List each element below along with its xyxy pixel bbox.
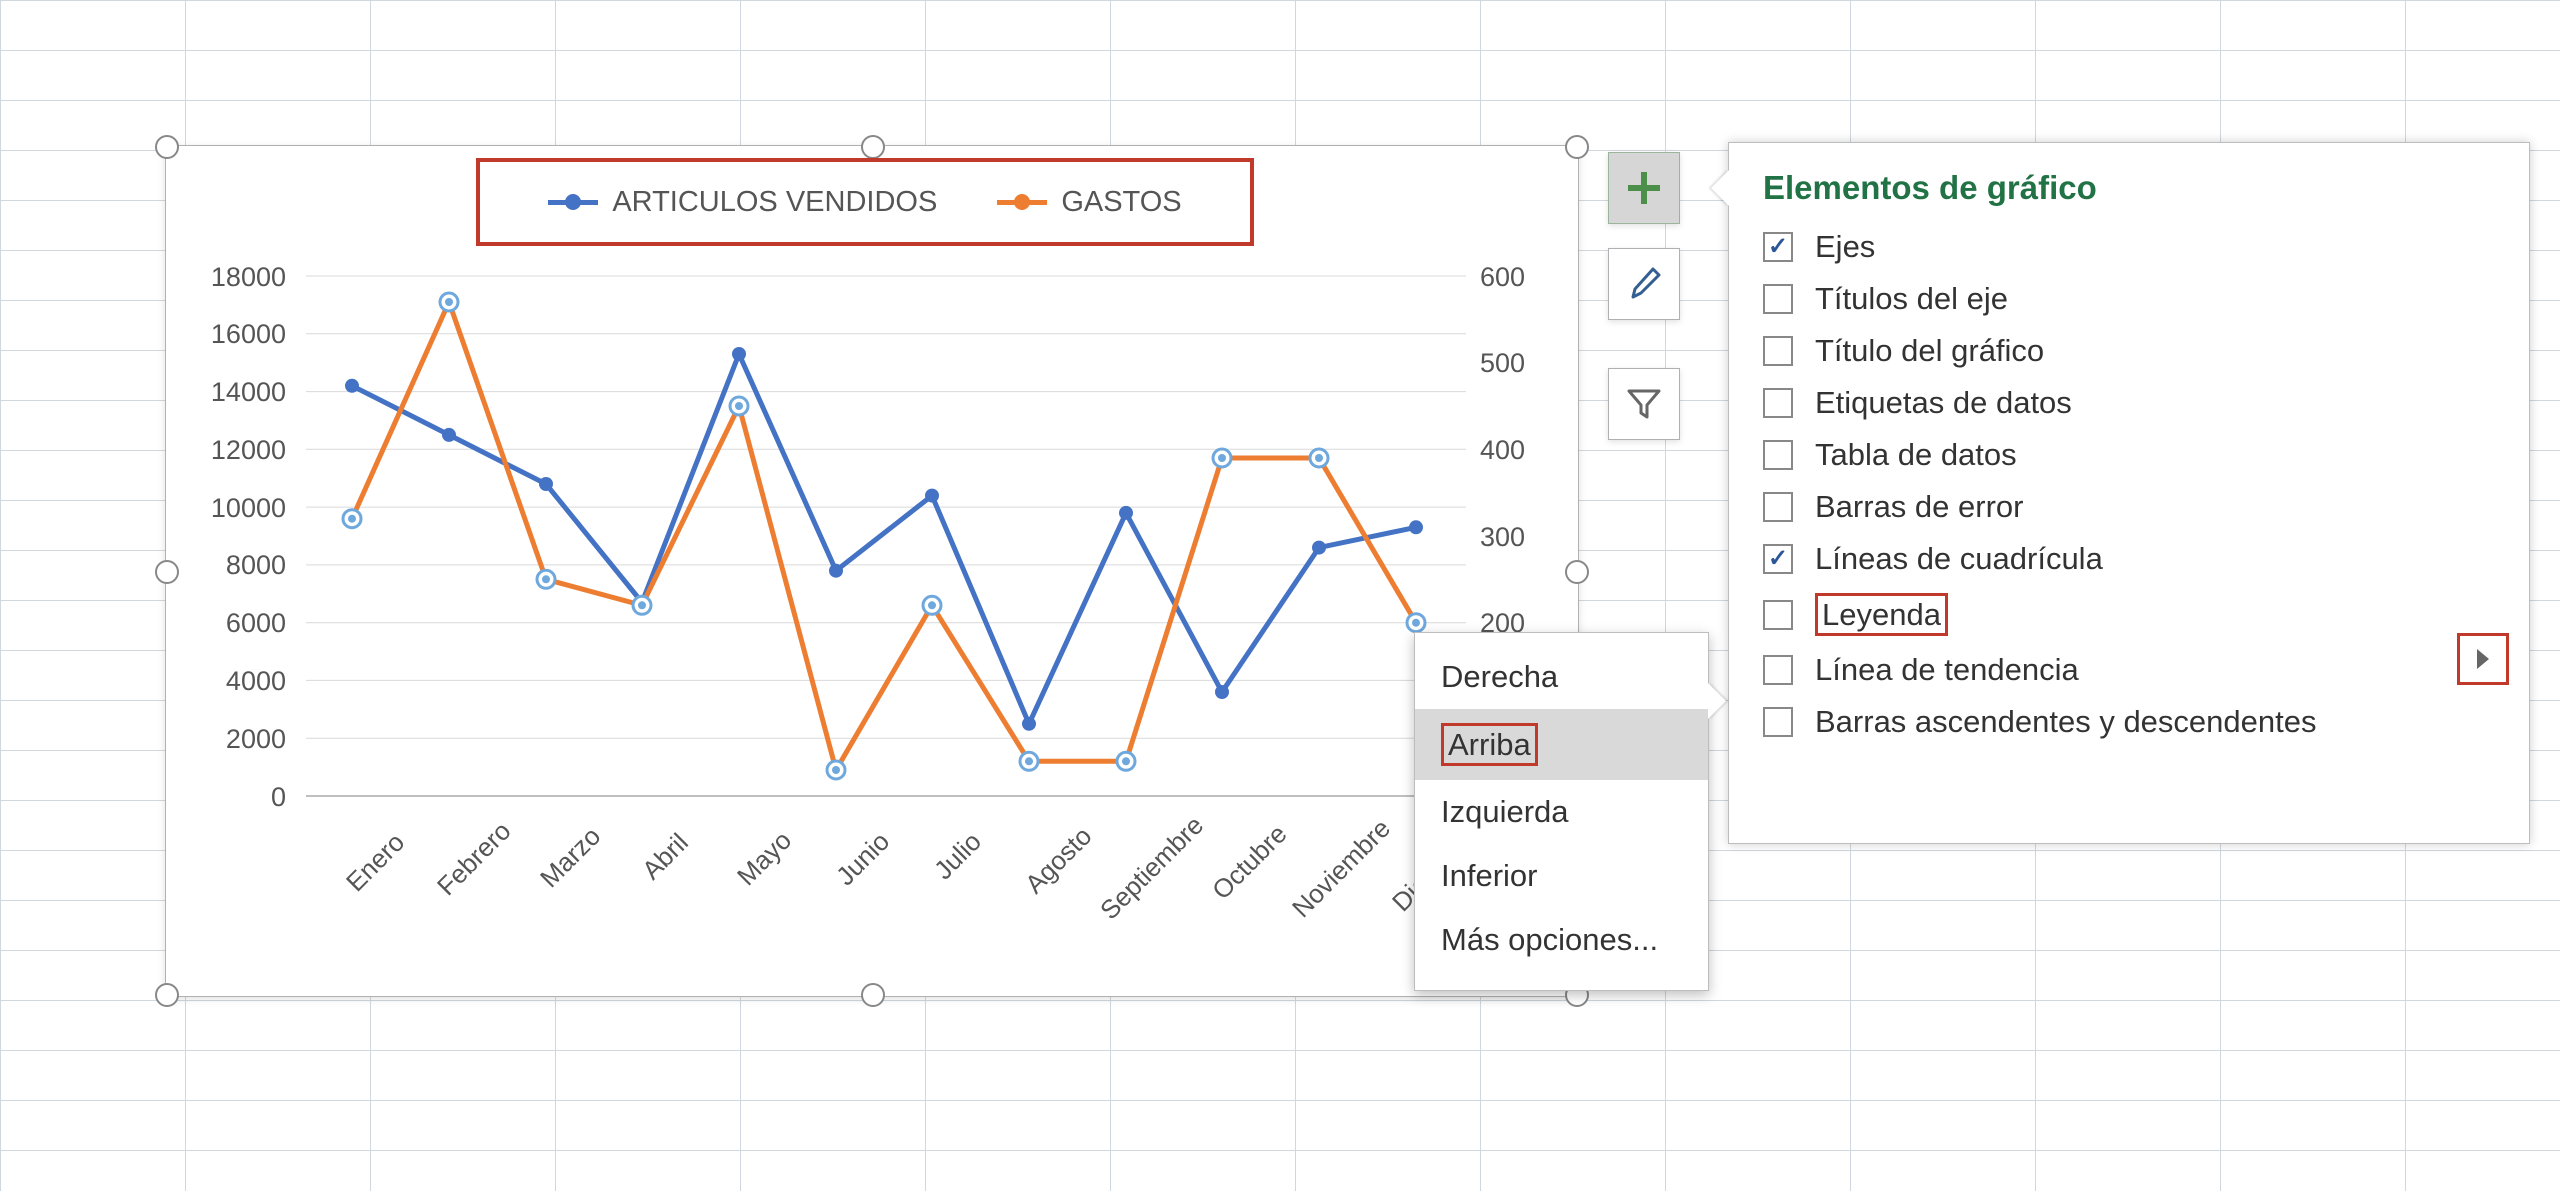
panel-item-barras-error[interactable]: Barras de error	[1729, 481, 2529, 533]
checkbox-icon[interactable]	[1763, 492, 1793, 522]
checkbox-icon[interactable]	[1763, 284, 1793, 314]
chart-elements-button[interactable]	[1608, 152, 1680, 224]
y-tick: 10000	[196, 493, 286, 524]
panel-item-label: Título del gráfico	[1815, 333, 2044, 369]
brush-icon	[1623, 263, 1665, 305]
chart-elements-panel[interactable]: Elementos de gráfico Ejes Títulos del ej…	[1728, 142, 2530, 844]
plus-icon	[1624, 168, 1664, 208]
resize-handle[interactable]	[1565, 135, 1589, 159]
panel-item-label: Ejes	[1815, 229, 1875, 265]
checkbox-icon[interactable]	[1763, 388, 1793, 418]
panel-item-label: Títulos del eje	[1815, 281, 2008, 317]
panel-item-ejes[interactable]: Ejes	[1729, 221, 2529, 273]
chart-legend[interactable]: ARTICULOS VENDIDOS GASTOS	[476, 158, 1254, 246]
submenu-item-mas-opciones[interactable]: Más opciones...	[1415, 908, 1708, 972]
legend-item-gastos[interactable]: GASTOS	[997, 186, 1181, 219]
checkbox-icon[interactable]	[1763, 232, 1793, 262]
panel-item-barras-asc-desc[interactable]: Barras ascendentes y descendentes	[1729, 696, 2529, 748]
chart-styles-button[interactable]	[1608, 248, 1680, 320]
submenu-arrow-icon	[1708, 683, 1726, 719]
resize-handle[interactable]	[155, 135, 179, 159]
checkbox-icon[interactable]	[1763, 707, 1793, 737]
y-tick: 12000	[196, 435, 286, 466]
submenu-item-label: Derecha	[1441, 659, 1558, 694]
panel-item-label: Líneas de cuadrícula	[1815, 541, 2103, 577]
y-tick: 6000	[196, 608, 286, 639]
panel-item-label: Línea de tendencia	[1815, 652, 2079, 688]
panel-item-etiquetas-datos[interactable]: Etiquetas de datos	[1729, 377, 2529, 429]
submenu-item-inferior[interactable]: Inferior	[1415, 844, 1708, 908]
submenu-item-derecha[interactable]: Derecha	[1415, 645, 1708, 709]
panel-arrow-icon	[1711, 170, 1729, 206]
panel-item-cuadricula[interactable]: Líneas de cuadrícula	[1729, 533, 2529, 585]
resize-handle[interactable]	[861, 135, 885, 159]
panel-item-tendencia[interactable]: Línea de tendencia	[1729, 644, 2529, 696]
y-tick: 4000	[196, 666, 286, 697]
resize-handle[interactable]	[155, 983, 179, 1007]
checkbox-icon[interactable]	[1763, 440, 1793, 470]
funnel-icon	[1623, 383, 1665, 425]
panel-item-label: Tabla de datos	[1815, 437, 2017, 473]
y-tick: 0	[196, 782, 286, 813]
y-tick: 2000	[196, 724, 286, 755]
submenu-item-label: Izquierda	[1441, 794, 1569, 829]
y-tick: 18000	[196, 262, 286, 293]
legend-position-submenu[interactable]: Derecha Arriba Izquierda Inferior Más op…	[1414, 632, 1709, 991]
resize-handle[interactable]	[861, 983, 885, 1007]
series-articulos[interactable]	[352, 354, 1416, 724]
y2-tick: 400	[1480, 435, 1550, 466]
panel-title: Elementos de gráfico	[1729, 143, 2529, 221]
panel-item-leyenda[interactable]: Leyenda	[1729, 585, 2529, 644]
chart-filters-button[interactable]	[1608, 368, 1680, 440]
resize-handle[interactable]	[1565, 560, 1589, 584]
submenu-item-izquierda[interactable]: Izquierda	[1415, 780, 1708, 844]
y2-tick: 300	[1480, 522, 1550, 553]
legend-label: ARTICULOS VENDIDOS	[612, 186, 937, 219]
checkbox-icon[interactable]	[1763, 336, 1793, 366]
y-tick: 14000	[196, 377, 286, 408]
panel-item-label: Barras de error	[1815, 489, 2023, 525]
panel-item-label: Leyenda	[1815, 593, 1948, 636]
chart-object[interactable]: ARTICULOS VENDIDOS GASTOS	[165, 145, 1579, 997]
expand-arrow-button[interactable]	[2457, 633, 2509, 685]
y-tick: 8000	[196, 550, 286, 581]
y2-tick: 500	[1480, 348, 1550, 379]
submenu-item-label: Arriba	[1441, 723, 1538, 766]
y-tick: 16000	[196, 319, 286, 350]
panel-item-label: Barras ascendentes y descendentes	[1815, 704, 2316, 740]
legend-item-articulos[interactable]: ARTICULOS VENDIDOS	[548, 186, 937, 219]
panel-item-label: Etiquetas de datos	[1815, 385, 2072, 421]
legend-label: GASTOS	[1061, 186, 1181, 219]
panel-item-titulo-grafico[interactable]: Título del gráfico	[1729, 325, 2529, 377]
checkbox-icon[interactable]	[1763, 544, 1793, 574]
panel-item-titulos-eje[interactable]: Títulos del eje	[1729, 273, 2529, 325]
series-marker-icon	[997, 200, 1047, 205]
plot-area[interactable]: 0 2000 4000 6000 8000 10000 12000 14000 …	[186, 256, 1558, 956]
checkbox-icon[interactable]	[1763, 655, 1793, 685]
submenu-item-label: Más opciones...	[1441, 922, 1658, 957]
y2-tick: 600	[1480, 262, 1550, 293]
series-marker-icon	[548, 200, 598, 205]
panel-item-tabla-datos[interactable]: Tabla de datos	[1729, 429, 2529, 481]
submenu-item-arriba[interactable]: Arriba	[1415, 709, 1708, 780]
submenu-item-label: Inferior	[1441, 858, 1537, 893]
checkbox-icon[interactable]	[1763, 600, 1793, 630]
resize-handle[interactable]	[155, 560, 179, 584]
